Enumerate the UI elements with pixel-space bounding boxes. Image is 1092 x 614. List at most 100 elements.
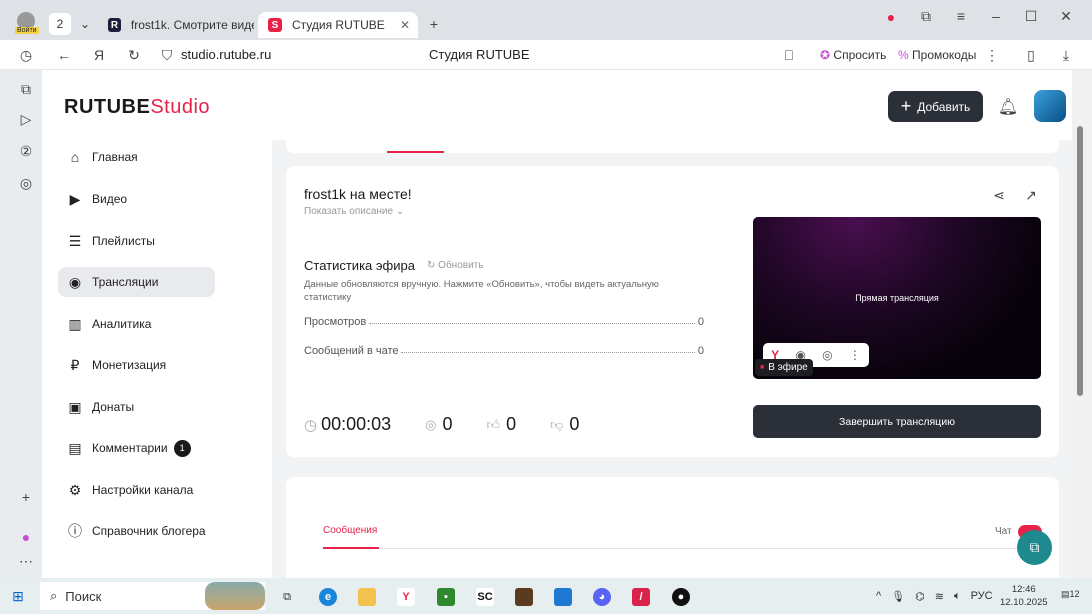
studio-sidebar: ⌂ Главная ▶ Видео ☰ Плейлисты ◉ Трансляции ▥… xyxy=(42,140,272,578)
back-icon[interactable]: ← xyxy=(55,46,73,64)
sidebar-item-monetization[interactable]: ₽ Монетизация xyxy=(58,350,215,380)
reader-icon[interactable]: ▯ xyxy=(1022,46,1040,64)
time: 12:46 xyxy=(1011,584,1036,595)
close-window-icon[interactable]: ✕ xyxy=(1057,7,1075,25)
new-tab-icon[interactable]: + xyxy=(425,15,443,33)
chevron-down-icon: ⌄ xyxy=(395,206,405,217)
volume-icon[interactable]: 🔈︎ xyxy=(954,590,961,603)
live-label: В эфире xyxy=(768,362,808,373)
add-button[interactable]: + Добавить xyxy=(888,91,983,122)
profile-login-label[interactable]: Войти xyxy=(15,27,39,34)
notifications-icon[interactable]: ● xyxy=(882,8,900,26)
sc-app-icon[interactable]: SC xyxy=(476,588,494,606)
mic-icon[interactable]: 🎙︎ xyxy=(891,590,905,603)
chart-icon: ▥ xyxy=(68,315,82,332)
sidebar-item-blogger-guide[interactable]: ⓘ Справочник блогера xyxy=(58,516,215,546)
sidebar-item-comments[interactable]: ▤ Комментарии 1 xyxy=(58,433,215,463)
shield-icon[interactable]: ⛉ xyxy=(158,46,176,64)
history-icon[interactable]: ◷ xyxy=(17,46,35,64)
end-stream-button[interactable]: Завершить трансляцию xyxy=(753,405,1041,438)
tab-list-chevron-icon[interactable]: ⌄ xyxy=(74,13,96,35)
sidebar-item-playlists[interactable]: ☰ Плейлисты xyxy=(58,226,215,256)
close-tab-icon[interactable]: ✕ xyxy=(400,18,410,32)
maximize-icon[interactable]: ☐ xyxy=(1022,7,1040,25)
more-icon[interactable]: ⋮ xyxy=(849,348,861,362)
channel-avatar[interactable] xyxy=(1034,90,1066,122)
chat-card: Сообщения Чат xyxy=(286,477,1059,578)
stream-preview[interactable]: Прямая трансляция Y ◉ ◎ ⋮ ■ В эфире xyxy=(753,217,1041,379)
edge-icon[interactable]: e xyxy=(319,588,337,606)
two-icon[interactable]: ② xyxy=(17,142,35,160)
file-explorer-icon[interactable] xyxy=(358,588,376,606)
menu-icon[interactable]: ≡ xyxy=(952,7,970,25)
play-icon[interactable]: ▷ xyxy=(17,110,35,128)
task-view-icon[interactable]: ⧉ xyxy=(278,588,296,606)
alice-icon[interactable]: ● xyxy=(17,528,35,546)
add-panel-icon[interactable]: + xyxy=(17,488,35,506)
bell-icon[interactable]: 🔔︎ xyxy=(998,97,1018,117)
app-icon[interactable] xyxy=(554,588,572,606)
more-icon[interactable]: ⋮ xyxy=(983,46,1001,64)
more-dots-icon[interactable]: ⋯ xyxy=(17,552,35,570)
percent-icon: % xyxy=(898,48,909,62)
network-icon[interactable]: ⌬ xyxy=(915,590,925,603)
url-field[interactable]: studio.rutube.ru xyxy=(181,47,271,62)
discord-icon[interactable]: ◕ xyxy=(593,588,611,606)
yandex-icon[interactable]: Я xyxy=(90,46,108,64)
address-bar: ◷ ← Я ↻ ⛉ studio.rutube.ru Студия RUTUBE… xyxy=(0,40,1092,70)
rutube-studio-logo[interactable]: RUTUBEStudio xyxy=(64,96,210,119)
promo-button[interactable]: % Промокоды xyxy=(898,48,976,62)
preview-text: Прямая трансляция xyxy=(855,293,939,303)
playlist-icon: ☰ xyxy=(68,232,82,249)
tab-counter[interactable]: 2 xyxy=(49,13,71,35)
dislike-icon: 👎︎ xyxy=(550,416,564,432)
screenshot-icon[interactable]: ◎ xyxy=(822,348,832,362)
sidebar-item-home[interactable]: ⌂ Главная xyxy=(58,142,215,172)
sidebar-item-video[interactable]: ▶ Видео xyxy=(58,184,215,214)
page-title: Студия RUTUBE xyxy=(429,47,530,62)
notification-center[interactable]: ▤12 xyxy=(1061,589,1080,600)
sidebar-item-channel-settings[interactable]: ⚙ Настройки канала xyxy=(58,475,215,505)
reload-icon[interactable]: ↻ xyxy=(125,46,143,64)
ask-button[interactable]: ✪ Спросить xyxy=(820,48,886,62)
show-description-link[interactable]: Показать описание ⌄ xyxy=(304,206,404,217)
yandex-browser-icon[interactable]: Y xyxy=(397,588,415,606)
support-chat-button[interactable]: ⧉ xyxy=(1017,530,1052,565)
wifi-icon[interactable]: ≋ xyxy=(935,590,944,603)
date: 12.10.2025 xyxy=(1000,597,1048,608)
stat-row-views: Просмотров 0 xyxy=(304,316,704,328)
chat-bubble-icon: ⧉ xyxy=(1029,539,1040,555)
clock[interactable]: 12:46 12.10.2025 xyxy=(1000,583,1048,609)
nfs-icon[interactable]: / xyxy=(632,588,650,606)
ask-icon: ✪ xyxy=(820,48,831,62)
tray-chevron-icon[interactable]: ^ xyxy=(876,590,881,603)
bookmark-icon[interactable]: ⎕ xyxy=(780,46,798,64)
sidebar-item-analytics[interactable]: ▥ Аналитика xyxy=(58,309,215,339)
tab-messages[interactable]: Сообщения xyxy=(323,525,377,536)
refresh-button[interactable]: ↻ Обновить xyxy=(427,260,483,271)
scrollbar-thumb[interactable] xyxy=(1077,126,1083,396)
open-external-icon[interactable]: ↗ xyxy=(1022,186,1040,204)
ruble-icon: ₽ xyxy=(70,356,80,373)
minecraft-icon[interactable] xyxy=(515,588,533,606)
tabs-card xyxy=(286,130,1059,153)
like-icon: 👍︎ xyxy=(486,416,501,432)
stream-title: frost1k на месте! xyxy=(304,186,412,202)
collections-icon[interactable]: ⧉ xyxy=(917,7,935,25)
camera-icon[interactable]: ◎ xyxy=(17,174,35,192)
tabs-icon[interactable]: ⧉ xyxy=(17,80,35,98)
search-highlight-image xyxy=(205,582,265,610)
scrollbar[interactable] xyxy=(1072,70,1092,578)
share-icon[interactable]: ⋖ xyxy=(990,186,1008,204)
rutube-favicon: R xyxy=(108,18,121,32)
minimize-icon[interactable]: – xyxy=(987,7,1005,25)
sidebar-item-streams[interactable]: ◉ Трансляции xyxy=(58,267,215,297)
language-indicator[interactable]: РУС xyxy=(971,590,993,603)
tab-studio-rutube[interactable]: S Студия RUTUBE ✕ xyxy=(258,12,418,38)
download-icon[interactable]: ⤓ xyxy=(1057,46,1075,64)
sidebar-item-donations[interactable]: ▣ Донаты xyxy=(58,392,215,422)
windows-start-icon[interactable]: ⊞ xyxy=(10,588,26,604)
tab-frost1k[interactable]: Rfrost1k. Смотрите видео xyxy=(104,12,254,38)
minecraft-launcher-icon[interactable]: ▪ xyxy=(437,588,455,606)
obs-icon[interactable]: ● xyxy=(672,588,690,606)
